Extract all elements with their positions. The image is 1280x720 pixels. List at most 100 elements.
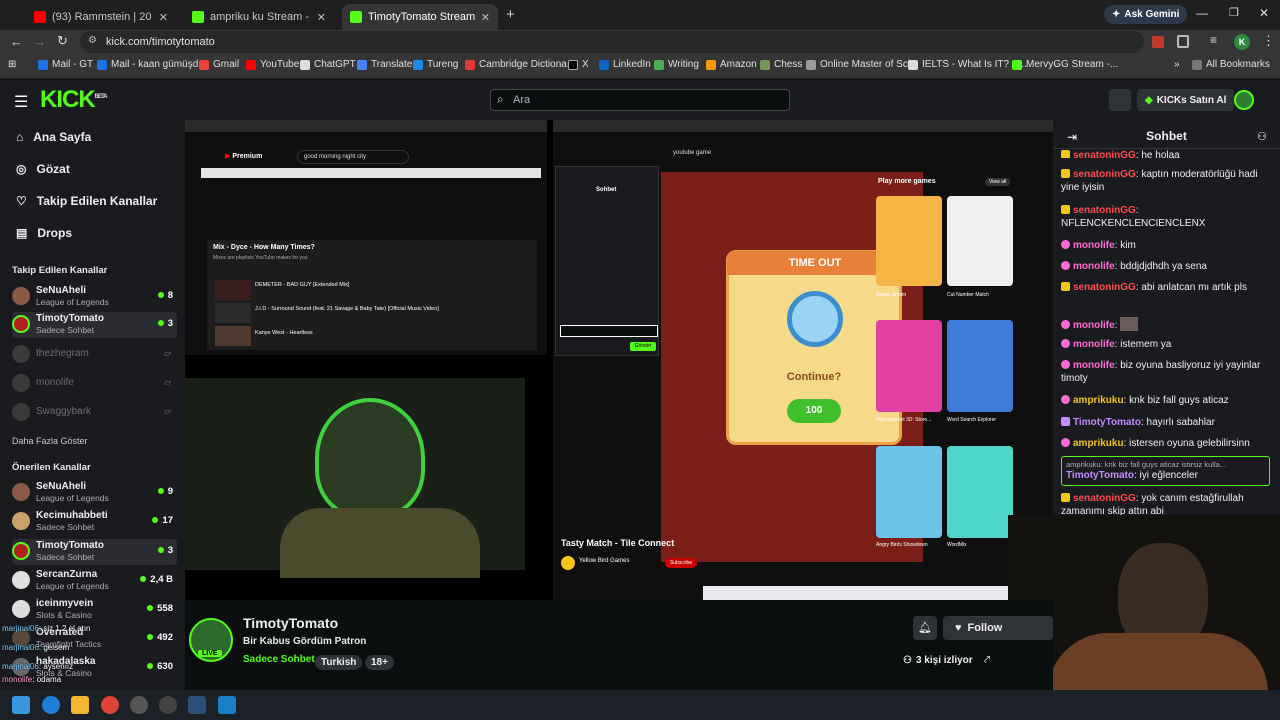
tab-timotytomato[interactable]: TimotyTomato Stream - Wa ✕ (342, 4, 498, 30)
bookmark-item[interactable]: Translate (357, 59, 412, 70)
streamer-name[interactable]: TimotyTomato (243, 615, 338, 631)
stream-category[interactable]: Sadece Sohbet (243, 654, 315, 665)
nav-browse[interactable]: ◎ Gözat (16, 162, 70, 176)
tag-turkish[interactable]: Turkish (315, 652, 363, 670)
inner-taskbar (703, 586, 1039, 600)
close-icon[interactable]: ✕ (317, 11, 326, 24)
bookmark-item[interactable]: Gmail (199, 59, 239, 70)
bookmark-item[interactable]: IELTS - What Is IT? &... (908, 59, 1027, 70)
video-strip (201, 168, 541, 178)
address-bar[interactable]: ⚙ kick.com/timotytomato (80, 31, 1144, 53)
continue-button[interactable]: 100 (787, 399, 841, 423)
view-all-link: View all (985, 178, 1011, 186)
bookmark-item[interactable]: X (568, 59, 589, 70)
bookmark-item[interactable]: Cambridge Dictiona... (465, 59, 575, 70)
show-more-link[interactable]: Daha Fazla Göster (12, 436, 88, 446)
close-window-button[interactable]: ✕ (1259, 6, 1269, 20)
close-icon[interactable]: ✕ (159, 11, 168, 24)
app-icon[interactable] (188, 696, 206, 714)
bookmark-item[interactable]: Mail - GT (38, 59, 93, 70)
tag-18plus[interactable]: 18+ (365, 652, 394, 670)
person-hoodie (1048, 633, 1268, 693)
share-icon[interactable]: ⤤ (984, 654, 990, 667)
following-channel[interactable]: TimotyTomato Sadece Sohbet 3 (12, 312, 177, 338)
following-channel[interactable]: monolife ▱ (12, 371, 177, 397)
minimize-button[interactable]: — (1196, 6, 1208, 20)
avatar (12, 403, 30, 421)
subscribe-button: Subscribe (665, 558, 697, 568)
bookmark-item[interactable]: Tureng (413, 59, 458, 70)
nav-following[interactable]: ♡ Takip Edilen Kanallar (16, 194, 157, 208)
new-tab-button[interactable]: + (506, 6, 515, 23)
menu-icon[interactable]: ⋮ (1262, 33, 1275, 49)
media-icon[interactable]: ≡ (1210, 33, 1217, 47)
game-thumb-angry-birds (876, 446, 942, 538)
viewer-count: ⚇ 3 kişi izliyor (903, 655, 973, 666)
tab-kick-dashboard[interactable]: ampriku ku Stream - Kick Dashb ✕ (184, 4, 334, 30)
following-channel[interactable]: thezhegram ▱ (12, 342, 177, 368)
bookmark-item[interactable]: Writing (654, 59, 699, 70)
youtube-icon (34, 11, 46, 23)
bookmark-item[interactable]: ChatGPT (300, 59, 356, 70)
drops-icon: ▤ (16, 226, 28, 240)
bookmark-item[interactable]: YouTube (246, 59, 299, 70)
bookmark-item[interactable]: Amazon (706, 59, 757, 70)
game-name: Cut Number Match (947, 292, 989, 298)
nav-home[interactable]: ⌂ Ana Sayfa (16, 130, 91, 144)
sidebar: ⌂ Ana Sayfa ◎ Gözat ♡ Takip Edilen Kanallar… (0, 120, 185, 690)
extensions-puzzle-icon[interactable] (1177, 35, 1189, 48)
file-explorer-icon[interactable] (71, 696, 89, 714)
apps-icon[interactable]: ⊞ (8, 59, 16, 70)
kick-icon (192, 11, 204, 23)
search-input[interactable]: ⌕ Ara (490, 89, 790, 111)
back-icon[interactable]: ← (10, 34, 23, 49)
following-channel[interactable]: SeNuAheli League of Legends 8 (12, 284, 177, 310)
buy-kicks-button[interactable]: ◆ KICKs Satın Al (1137, 89, 1235, 111)
library-icon[interactable] (1109, 89, 1131, 111)
extension-icon[interactable] (1152, 36, 1164, 48)
bell-icon[interactable]: 🔔︎ (913, 616, 937, 640)
follow-button[interactable]: ♥ Follow (943, 616, 1053, 640)
all-bookmarks[interactable]: All Bookmarks (1192, 59, 1270, 70)
gemini-icon: ✦ (1112, 9, 1121, 20)
reload-icon[interactable]: ↻ (57, 33, 68, 49)
app-icon[interactable] (159, 696, 177, 714)
recommended-channel[interactable]: TimotyTomato Sadece Sohbet 3 (12, 539, 177, 565)
user-avatar[interactable] (1234, 90, 1254, 110)
recommended-channel[interactable]: iceinmyvein Slots & Casino 558 (12, 597, 177, 623)
bookmark-item[interactable]: MervyGG Stream -... (1012, 59, 1118, 70)
video-player[interactable]: ▶ Premium good morning night city Mix - … (185, 120, 1053, 600)
chrome-icon[interactable] (101, 696, 119, 714)
site-info-icon[interactable]: ⚙ (88, 35, 97, 46)
profile-avatar[interactable]: K (1234, 34, 1250, 50)
stream-game-window: youtube game Sohbet Gönder TIME OUT ✕ Co… (553, 120, 1053, 600)
playlist-item: J.I.D - Surround Sound (feat. 21 Savage … (255, 306, 439, 312)
tab-label: TimotyTomato Stream - Wa (368, 11, 475, 23)
nav-drops[interactable]: ▤ Drops (16, 226, 72, 240)
following-channel[interactable]: Swaggybark ▱ (12, 400, 177, 426)
edge-icon[interactable] (42, 696, 60, 714)
close-icon[interactable]: ✕ (481, 11, 490, 24)
chatgpt-icon[interactable] (130, 696, 148, 714)
bookmark-item[interactable]: Online Master of Sci... (806, 59, 918, 70)
app-icon[interactable] (218, 696, 236, 714)
forward-icon[interactable]: → (33, 34, 46, 49)
recommended-channel[interactable]: Kecimuhabbeti Sadece Sohbet 17 (12, 509, 177, 535)
windows-start-icon[interactable] (12, 696, 30, 714)
recommended-channel[interactable]: SeNuAheli League of Legends 9 (12, 480, 177, 506)
kick-logo[interactable]: KICKBETA (40, 86, 108, 114)
chevron-right-icon[interactable]: » (1174, 59, 1180, 70)
bookmark-item[interactable]: LinkedIn (599, 59, 651, 70)
chat-message: monolife: (1061, 317, 1273, 332)
tab-rammstein[interactable]: (93) Rammstein | 20 Songs ✕ (26, 4, 176, 30)
continue-text: Continue? (786, 371, 842, 383)
ask-gemini-button[interactable]: ✦ Ask Gemini (1104, 5, 1188, 24)
hamburger-menu-icon[interactable]: ☰ (14, 92, 28, 112)
chat-message: senatoninGG: he holaa (1061, 149, 1273, 158)
maximize-button[interactable]: ❐ (1229, 6, 1239, 19)
bookmark-item[interactable]: Chess (760, 59, 802, 70)
chat-users-icon[interactable]: ⚇ (1257, 130, 1267, 143)
thumbnail (215, 326, 251, 346)
bookmark-item[interactable]: Mail - kaan gümüşd... (97, 59, 207, 70)
recommended-channel[interactable]: SercanZurna League of Legends 2,4 B (12, 568, 177, 594)
